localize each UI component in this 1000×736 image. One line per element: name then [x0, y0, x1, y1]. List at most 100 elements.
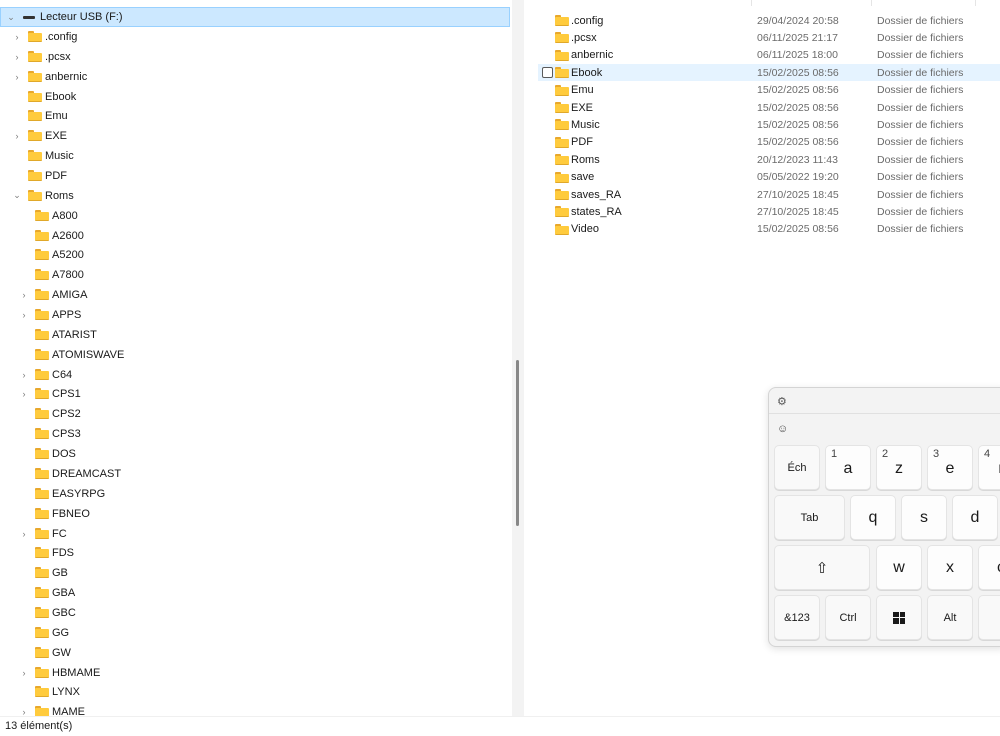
tree-item[interactable]: CPS3: [0, 424, 510, 444]
key-z[interactable]: 2 z: [876, 445, 922, 490]
key-space[interactable]: [978, 595, 1000, 640]
key-symbols[interactable]: &123: [774, 595, 820, 640]
tree-item[interactable]: A800: [0, 206, 510, 226]
file-row[interactable]: EXE 15/02/2025 08:56 Dossier de fichiers: [538, 99, 1000, 116]
tree-item[interactable]: FBNEO: [0, 504, 510, 524]
tree-item[interactable]: A2600: [0, 226, 510, 246]
gear-icon[interactable]: ⚙: [777, 395, 787, 408]
tree-item[interactable]: FDS: [0, 543, 510, 563]
tree-item[interactable]: Ebook: [0, 87, 510, 107]
tree-scrollbar-thumb[interactable]: [516, 360, 519, 526]
tree-item[interactable]: ⌄ Roms: [0, 186, 510, 206]
chevron-right-icon[interactable]: ›: [19, 529, 29, 539]
tree-item[interactable]: DREAMCAST: [0, 464, 510, 484]
key-tab[interactable]: Tab: [774, 495, 845, 540]
chevron-down-icon[interactable]: ⌄: [12, 190, 22, 201]
key-alt[interactable]: Alt: [927, 595, 973, 640]
chevron-right-icon[interactable]: ›: [12, 52, 22, 62]
emoji-icon[interactable]: ☺: [777, 423, 788, 435]
tree-item-usb-drive[interactable]: ⌄ Lecteur USB (F:): [0, 7, 510, 27]
file-row[interactable]: anbernic 06/11/2025 18:00 Dossier de fichi…: [538, 47, 1000, 64]
chevron-right-icon[interactable]: ›: [19, 370, 29, 380]
tree-item[interactable]: GB: [0, 563, 510, 583]
column-separator[interactable]: [871, 0, 872, 6]
tree-item[interactable]: GW: [0, 643, 510, 663]
tree-item[interactable]: › .pcsx: [0, 47, 510, 67]
key-w[interactable]: w: [876, 545, 922, 590]
key-label: d: [970, 508, 980, 526]
tree-item[interactable]: › CPS1: [0, 384, 510, 404]
key-shift[interactable]: ⇧: [774, 545, 870, 590]
tree-item[interactable]: › EXE: [0, 126, 510, 146]
tree-item-label: FDS: [52, 547, 74, 560]
file-row[interactable]: save 05/05/2022 19:20 Dossier de fichiers: [538, 169, 1000, 186]
tree-item[interactable]: ATOMISWAVE: [0, 345, 510, 365]
column-separator[interactable]: [975, 0, 976, 6]
file-row[interactable]: Ebook 15/02/2025 08:56 Dossier de fichiers: [538, 64, 1000, 82]
tree-item-label: ATOMISWAVE: [52, 348, 125, 361]
chevron-right-icon[interactable]: ›: [19, 310, 29, 320]
file-row[interactable]: Emu 15/02/2025 08:56 Dossier de fichiers: [538, 82, 1000, 99]
tree-item[interactable]: ATARIST: [0, 325, 510, 345]
chevron-right-icon[interactable]: ›: [12, 131, 22, 141]
file-row[interactable]: Roms 20/12/2023 11:43 Dossier de fichiers: [538, 151, 1000, 168]
key-a[interactable]: 1 a: [825, 445, 871, 490]
tree-item[interactable]: GBC: [0, 603, 510, 623]
pane-divider[interactable]: [512, 0, 524, 716]
chevron-right-icon[interactable]: ›: [19, 668, 29, 678]
key-d[interactable]: d: [952, 495, 998, 540]
file-row[interactable]: .pcsx 06/11/2025 21:17 Dossier de fichiers: [538, 29, 1000, 46]
tree-item[interactable]: A7800: [0, 265, 510, 285]
folder-icon: [555, 189, 569, 200]
file-row[interactable]: states_RA 27/10/2025 18:45 Dossier de fich…: [538, 203, 1000, 220]
chevron-right-icon[interactable]: ›: [19, 389, 29, 399]
file-modified-date: 15/02/2025 08:56: [757, 136, 839, 149]
tree-item[interactable]: › APPS: [0, 305, 510, 325]
column-header[interactable]: [524, 0, 1000, 6]
file-row[interactable]: Video 15/02/2025 08:56 Dossier de fichiers: [538, 221, 1000, 238]
tree-item[interactable]: DOS: [0, 444, 510, 464]
tree-item[interactable]: › MAME: [0, 702, 510, 716]
key-windows[interactable]: [876, 595, 922, 640]
chevron-down-icon[interactable]: ⌄: [6, 12, 16, 22]
key-escape[interactable]: Éch: [774, 445, 820, 490]
file-row[interactable]: saves_RA 27/10/2025 18:45 Dossier de fichi…: [538, 186, 1000, 203]
navigation-tree[interactable]: ⌄ Lecteur USB (F:) › .config › .pcsx › anbern…: [0, 0, 512, 716]
chevron-right-icon[interactable]: ›: [12, 72, 22, 82]
tree-item[interactable]: Emu: [0, 106, 510, 126]
key-r[interactable]: 4 r: [978, 445, 1000, 490]
key-e[interactable]: 3 e: [927, 445, 973, 490]
key-c[interactable]: c: [978, 545, 1000, 590]
tree-item[interactable]: › .config: [0, 27, 510, 47]
file-row[interactable]: PDF 15/02/2025 08:56 Dossier de fichiers: [538, 134, 1000, 151]
file-row[interactable]: .config 29/04/2024 20:58 Dossier de fichie…: [538, 12, 1000, 29]
column-separator[interactable]: [751, 0, 752, 6]
tree-item[interactable]: › HBMAME: [0, 663, 510, 683]
tree-item[interactable]: › anbernic: [0, 67, 510, 87]
tree-item[interactable]: › C64: [0, 365, 510, 385]
tree-item[interactable]: › AMIGA: [0, 285, 510, 305]
chevron-right-icon[interactable]: ›: [19, 290, 29, 300]
tree-item[interactable]: GG: [0, 623, 510, 643]
key-number-hint: 2: [882, 448, 889, 460]
tree-item[interactable]: GBA: [0, 583, 510, 603]
key-q[interactable]: q: [850, 495, 896, 540]
key-ctrl[interactable]: Ctrl: [825, 595, 871, 640]
key-s[interactable]: s: [901, 495, 947, 540]
tree-item[interactable]: Music: [0, 146, 510, 166]
tree-item[interactable]: CPS2: [0, 404, 510, 424]
folder-icon: [555, 136, 569, 148]
key-x[interactable]: x: [927, 545, 973, 590]
tree-item[interactable]: PDF: [0, 166, 510, 186]
tree-item[interactable]: LYNX: [0, 682, 510, 702]
chevron-right-icon[interactable]: ›: [19, 707, 29, 716]
chevron-right-icon[interactable]: ›: [12, 32, 22, 42]
folder-icon: [35, 587, 49, 599]
tree-item[interactable]: › FC: [0, 524, 510, 544]
row-checkbox[interactable]: [542, 67, 553, 79]
tree-item[interactable]: A5200: [0, 245, 510, 265]
file-type: Dossier de fichiers: [877, 31, 964, 44]
key-label: a: [843, 460, 853, 477]
tree-item[interactable]: EASYRPG: [0, 484, 510, 504]
file-row[interactable]: Music 15/02/2025 08:56 Dossier de fichiers: [538, 116, 1000, 133]
